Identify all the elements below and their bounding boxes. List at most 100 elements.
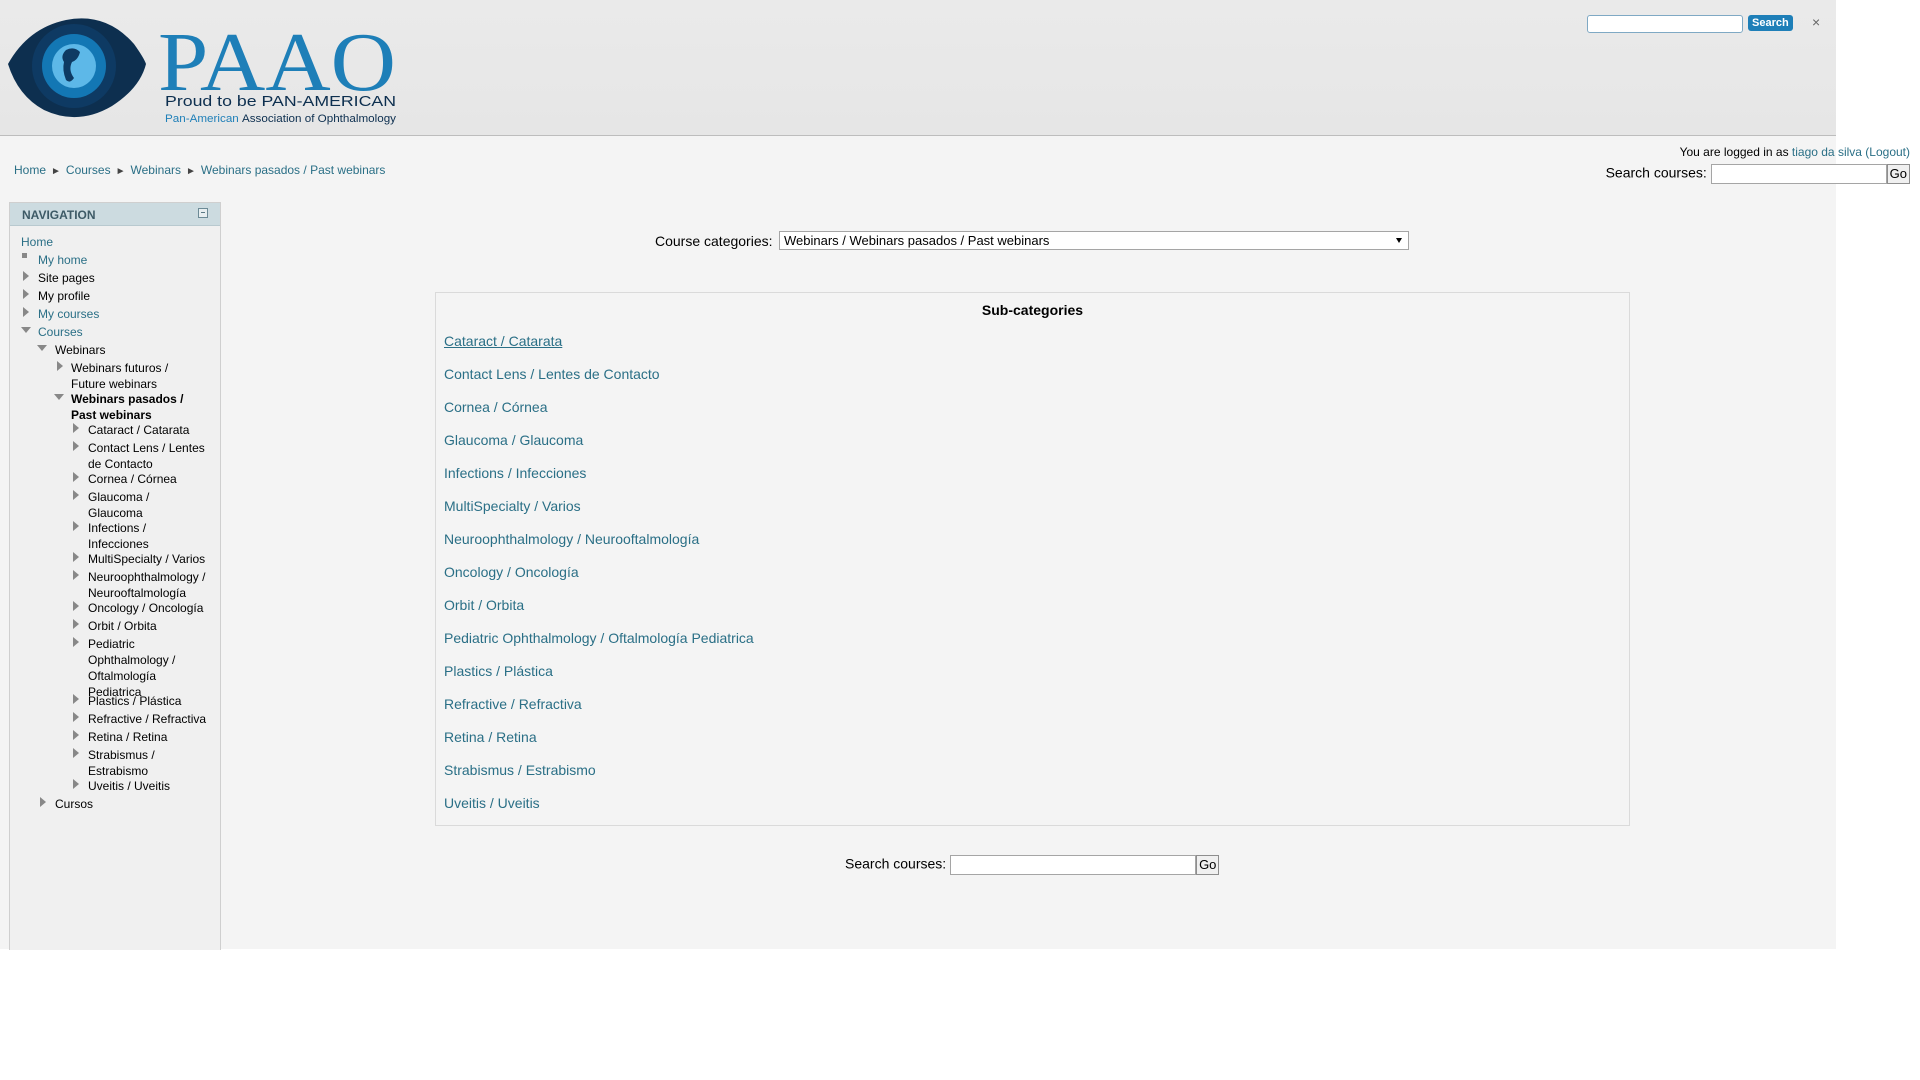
collapse-arrow-icon[interactable] [54, 394, 64, 400]
breadcrumb-separator: ► [185, 166, 196, 177]
course-categories-selected: Webinars / Webinars pasados / Past webin… [784, 233, 1050, 248]
nav-cursos[interactable]: Cursos [55, 796, 93, 812]
login-info: You are logged in as tiago da silva (Log… [1680, 145, 1910, 159]
subcategory-link[interactable]: Uveitis / Uveitis [444, 795, 540, 811]
nav-cornea[interactable]: Cornea / Córnea [88, 471, 206, 487]
logo-tagline: Proud to be PAN-AMERICAN [165, 93, 396, 110]
expand-arrow-icon[interactable] [57, 361, 63, 371]
nav-uveitis[interactable]: Uveitis / Uveitis [88, 778, 213, 794]
nav-orbit[interactable]: Orbit / Orbita [88, 618, 213, 634]
search-courses-label: Search courses: [1605, 164, 1707, 181]
nav-pediatric[interactable]: Pediatric Ophthalmology / Oftalmología P… [88, 636, 183, 700]
search-courses-input[interactable] [950, 855, 1197, 875]
nav-future-webinars[interactable]: Webinars futuros / Future webinars [71, 360, 181, 392]
paao-logo[interactable]: PAAO Proud to be PAN-AMERICAN Pan-Americ… [8, 14, 398, 126]
subcategory-link[interactable]: Infections / Infecciones [444, 465, 586, 481]
subcategory-link[interactable]: Glaucoma / Glaucoma [444, 432, 583, 448]
expand-arrow-icon[interactable] [73, 423, 79, 433]
expand-arrow-icon[interactable] [73, 748, 79, 758]
login-info-prefix: You are logged in as [1679, 145, 1792, 159]
dropdown-arrow-icon [1396, 238, 1402, 243]
subcategory-link[interactable]: MultiSpecialty / Varios [444, 498, 581, 514]
close-icon[interactable]: × [1812, 14, 1820, 30]
search-courses-top: Search courses: Go [1606, 164, 1910, 184]
nav-glaucoma[interactable]: Glaucoma / Glaucoma [88, 489, 168, 521]
collapse-arrow-icon[interactable] [37, 345, 47, 351]
expand-arrow-icon[interactable] [73, 730, 79, 740]
nav-cataract[interactable]: Cataract / Catarata [88, 422, 206, 438]
expand-arrow-icon[interactable] [73, 779, 79, 789]
nav-plastics[interactable]: Plastics / Plástica [88, 693, 213, 709]
breadcrumb-home[interactable]: Home [14, 163, 46, 177]
navigation-block: NAVIGATION Home My home Site pages My pr… [9, 202, 221, 950]
expand-arrow-icon[interactable] [40, 797, 46, 807]
expand-arrow-icon[interactable] [23, 271, 29, 281]
nav-site-pages[interactable]: Site pages [38, 270, 95, 286]
subcategory-link[interactable]: Orbit / Orbita [444, 597, 524, 613]
subcategories-title: Sub-categories [981, 302, 1084, 318]
expand-arrow-icon[interactable] [73, 619, 79, 629]
expand-arrow-icon[interactable] [73, 601, 79, 611]
expand-arrow-icon[interactable] [23, 289, 29, 299]
search-go-button[interactable]: Go [1196, 855, 1220, 875]
nav-retina[interactable]: Retina / Retina [88, 729, 213, 745]
header-search-input[interactable] [1587, 15, 1743, 33]
breadcrumb-separator: ► [51, 166, 61, 177]
nav-multispecialty[interactable]: MultiSpecialty / Varios [88, 551, 213, 567]
subcategory-link[interactable]: Strabismus / Estrabismo [444, 762, 596, 778]
search-courses-bottom: Search courses: Go [845, 855, 1220, 875]
logo-org-name: Association of Ophthalmology [242, 113, 397, 125]
breadcrumb-past-webinars[interactable]: Webinars pasados / Past webinars [201, 163, 386, 177]
subcategory-link[interactable]: Oncology / Oncología [444, 564, 579, 580]
course-categories-label: Course categories: [655, 233, 773, 249]
nav-strabismus[interactable]: Strabismus / Estrabismo [88, 747, 173, 779]
expand-arrow-icon[interactable] [73, 694, 79, 704]
nav-home[interactable]: Home [21, 234, 53, 250]
navigation-header: NAVIGATION [10, 203, 220, 226]
course-categories-select[interactable]: Webinars / Webinars pasados / Past webin… [779, 231, 1409, 250]
subcategory-link[interactable]: Retina / Retina [444, 729, 537, 745]
logo-org-prefix: Pan-American [165, 113, 239, 125]
search-go-button[interactable]: Go [1886, 164, 1910, 184]
breadcrumb-separator: ► [115, 166, 126, 177]
breadcrumb: Home ► Courses ► Webinars ► Webinars pasados /… [14, 163, 385, 177]
logout-link[interactable]: (Logout) [1865, 145, 1910, 159]
subcategory-link[interactable]: Cataract / Catarata [444, 333, 562, 349]
nav-my-courses[interactable]: My courses [38, 306, 99, 322]
subcategory-link[interactable]: Cornea / Córnea [444, 399, 548, 415]
user-name-link[interactable]: tiago da silva [1792, 145, 1862, 159]
subcategory-link[interactable]: Contact Lens / Lentes de Contacto [444, 366, 660, 382]
expand-arrow-icon[interactable] [23, 307, 29, 317]
expand-arrow-icon[interactable] [73, 637, 79, 647]
subcategory-link[interactable]: Neuroophthalmology / Neurooftalmología [444, 531, 699, 547]
nav-neuroophthalmology[interactable]: Neuroophthalmology / Neurooftalmología [88, 569, 213, 601]
nav-past-webinars[interactable]: Webinars pasados / Past webinars [71, 391, 201, 423]
nav-courses[interactable]: Courses [38, 324, 83, 340]
search-courses-label: Search courses: [845, 855, 947, 872]
header-search-button[interactable]: Search [1748, 15, 1793, 31]
search-courses-input[interactable] [1710, 164, 1887, 184]
nav-refractive[interactable]: Refractive / Refractiva [88, 711, 216, 727]
expand-arrow-icon[interactable] [73, 521, 79, 531]
expand-arrow-icon[interactable] [73, 441, 79, 451]
collapse-block-icon[interactable] [198, 208, 208, 218]
expand-arrow-icon[interactable] [73, 472, 79, 482]
nav-contact-lens[interactable]: Contact Lens / Lentes de Contacto [88, 440, 213, 472]
expand-arrow-icon[interactable] [73, 490, 79, 500]
subcategories-box: Sub-categories Cataract / Catarata Conta… [435, 292, 1630, 826]
expand-arrow-icon[interactable] [73, 712, 79, 722]
breadcrumb-courses[interactable]: Courses [66, 163, 111, 177]
expand-arrow-icon[interactable] [73, 552, 79, 562]
breadcrumb-webinars[interactable]: Webinars [131, 163, 181, 177]
nav-webinars[interactable]: Webinars [55, 342, 105, 358]
collapse-arrow-icon[interactable] [21, 327, 31, 333]
expand-arrow-icon[interactable] [73, 570, 79, 580]
subcategory-link[interactable]: Refractive / Refractiva [444, 696, 582, 712]
nav-oncology[interactable]: Oncology / Oncología [88, 600, 213, 616]
bullet-icon [22, 253, 27, 258]
subcategory-link[interactable]: Plastics / Plástica [444, 663, 553, 679]
subcategory-link[interactable]: Pediatric Ophthalmology / Oftalmología P… [444, 630, 754, 646]
nav-infections[interactable]: Infections / Infecciones [88, 520, 168, 552]
nav-my-profile[interactable]: My profile [38, 288, 90, 304]
nav-my-home[interactable]: My home [38, 252, 87, 268]
